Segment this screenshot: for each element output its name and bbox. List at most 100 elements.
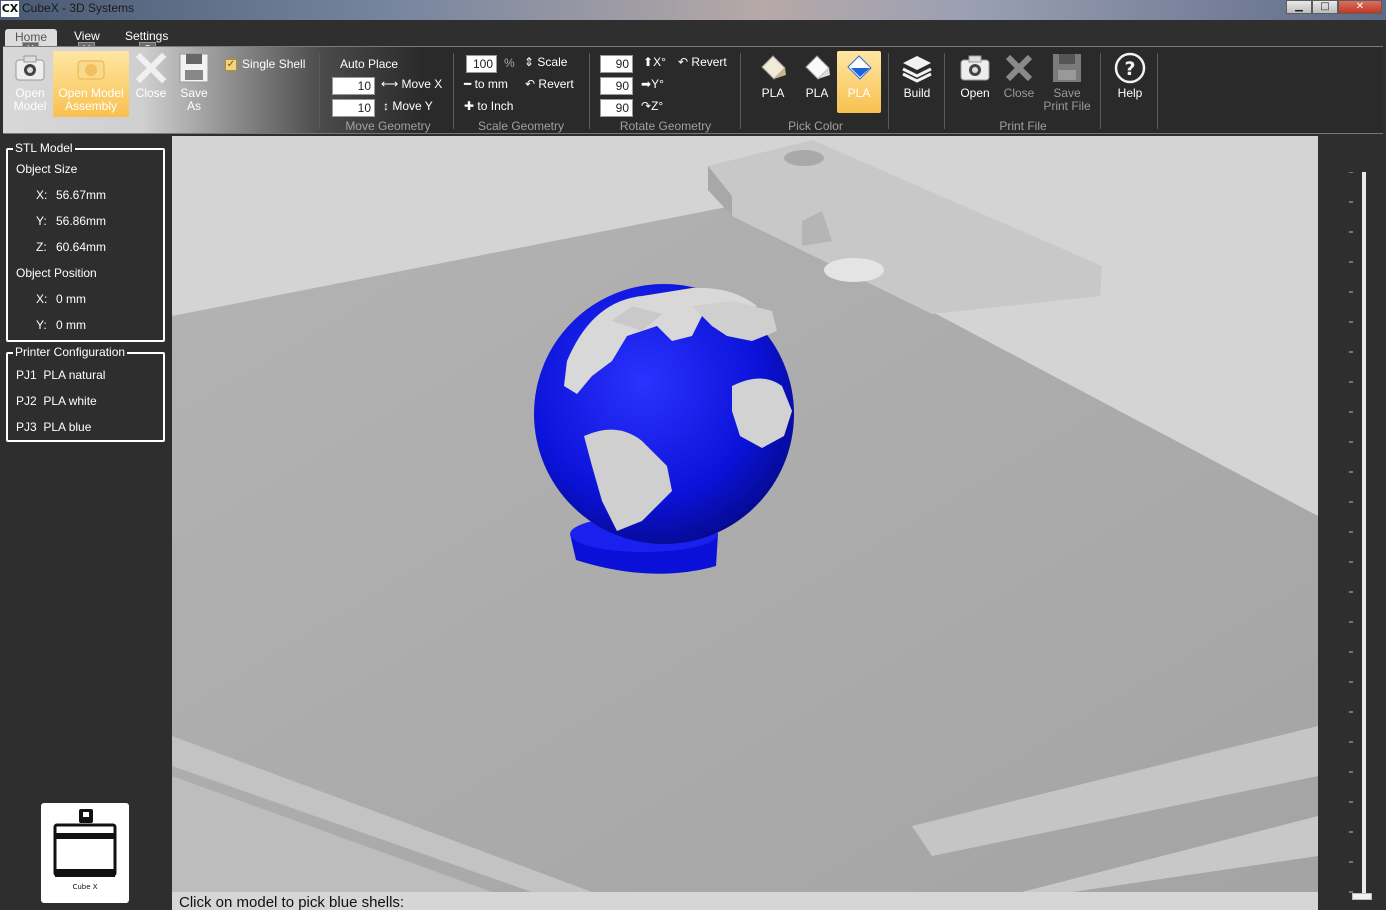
title-bar: CX CubeX - 3D Systems ▁ □ ✕ <box>0 0 1386 20</box>
scale-percent-input[interactable]: 100 <box>466 55 497 73</box>
jet-id: PJ1 <box>16 368 37 382</box>
move-x-label: Move X <box>401 77 443 91</box>
camera-open-icon <box>15 55 45 81</box>
ribbon-tabs: Home View Settings H V S <box>0 20 1386 57</box>
paint-bucket-icon <box>847 55 872 80</box>
close-window-button[interactable]: ✕ <box>1338 0 1382 14</box>
build-button[interactable]: Build <box>896 51 938 100</box>
close-label: Close <box>135 86 167 100</box>
object-position-heading: Object Position <box>16 266 97 280</box>
rotate-x-input[interactable]: 90 <box>600 55 633 73</box>
auto-place-button[interactable]: Auto Place <box>340 57 398 71</box>
status-bar: Click on model to pick blue shells: <box>172 892 1318 910</box>
floppy-save-icon <box>1053 54 1081 82</box>
to-inch-button[interactable]: ✚ to Inch <box>464 99 513 113</box>
pos-x-label: X: <box>36 292 48 306</box>
close-x-icon <box>1005 54 1033 82</box>
open-model-assembly-button[interactable]: Open Model Assembly <box>53 51 129 117</box>
status-message: Click on model to pick blue shells: <box>179 894 405 910</box>
rotate-x-label: X° <box>653 55 666 69</box>
move-x-button[interactable]: ⟷ Move X <box>381 77 442 91</box>
scale-button[interactable]: ⇕ Scale <box>524 55 567 69</box>
help-button[interactable]: ? Help <box>1110 51 1150 100</box>
save-print-file-label: Save Print File <box>1043 86 1091 113</box>
close-print-label: Close <box>1003 86 1035 100</box>
app-logo-icon: CX <box>1 1 19 17</box>
revert-rotate-label: Revert <box>691 55 727 69</box>
jet-1-row: PJ1 PLA natural <box>16 368 105 382</box>
paint-bucket-icon <box>761 55 786 80</box>
jet-2-row: PJ2 PLA white <box>16 394 97 408</box>
single-shell-label: Single Shell <box>242 57 306 71</box>
open-model-assembly-label: Open Model Assembly <box>58 86 124 113</box>
layer-slider-thumb[interactable] <box>1352 893 1372 900</box>
stl-model-legend: STL Model <box>13 141 75 155</box>
rotate-z-input[interactable]: 90 <box>600 99 633 117</box>
move-y-button[interactable]: ↕ Move Y <box>383 99 433 113</box>
to-inch-label: to Inch <box>477 99 514 113</box>
rotate-x-button[interactable]: ⬆X° <box>643 55 666 69</box>
move-geometry-label: Move Geometry <box>345 119 431 133</box>
pick-color-pla-blue-button[interactable]: PLA <box>837 51 881 113</box>
to-mm-button[interactable]: ━ to mm <box>464 77 508 91</box>
size-y-label: Y: <box>36 214 47 228</box>
ribbon-separator <box>740 53 741 129</box>
move-y-label: Move Y <box>392 99 433 113</box>
to-mm-label: to mm <box>474 77 508 91</box>
rotate-y-button[interactable]: ➡Y° <box>641 77 664 91</box>
save-as-button[interactable]: Save As <box>173 51 215 113</box>
pla2-label: PLA <box>805 86 829 100</box>
scale-arrows-icon: ⇕ <box>524 55 535 69</box>
jet-material: PLA white <box>43 394 97 408</box>
printer-icon[interactable]: Cube X <box>41 803 129 903</box>
rotate-geometry-label: Rotate Geometry <box>619 119 712 133</box>
pos-y-label: Y: <box>36 318 47 332</box>
paint-bucket-icon <box>805 55 830 80</box>
open-print-label: Open <box>960 86 990 100</box>
plus-icon: ✚ <box>464 99 475 113</box>
3d-viewport[interactable] <box>172 136 1318 892</box>
left-panel: STL Model Object Size X: 56.67mm Y: 56.8… <box>0 136 172 910</box>
jet-3-row: PJ3 PLA blue <box>16 420 91 434</box>
ribbon-separator <box>888 53 889 129</box>
print-file-label: Print File <box>999 119 1047 133</box>
jet-material: PLA natural <box>43 368 106 382</box>
open-print-file-button[interactable]: Open <box>955 51 995 100</box>
camera-open-icon <box>960 55 990 81</box>
rotate-y-label: Y° <box>651 77 664 91</box>
pla1-label: PLA <box>761 86 785 100</box>
single-shell-checkbox[interactable]: ✓ <box>225 59 237 71</box>
close-model-button[interactable]: Close <box>131 51 171 100</box>
move-y-input[interactable]: 10 <box>332 99 375 117</box>
printer-icon-label: Cube X <box>72 883 97 891</box>
window-title: CubeX - 3D Systems <box>22 1 135 15</box>
slider-ticks <box>1349 172 1353 893</box>
jet-id: PJ2 <box>16 394 37 408</box>
minus-icon: ━ <box>464 77 472 91</box>
window-controls: ▁ □ ✕ <box>1286 0 1382 14</box>
layer-slider-track[interactable] <box>1362 172 1366 896</box>
close-print-file-button[interactable]: Close <box>999 51 1039 100</box>
undo-arrow-icon: ↶ <box>525 77 536 91</box>
open-model-button[interactable]: Open Model <box>9 51 51 113</box>
rotate-z-button[interactable]: ↷Z° <box>641 99 663 113</box>
rotate-z-label: Z° <box>651 99 664 113</box>
object-size-heading: Object Size <box>16 162 78 176</box>
size-z-label: Z: <box>36 240 47 254</box>
revert-rotate-button[interactable]: ↶ Revert <box>678 55 727 69</box>
move-x-input[interactable]: 10 <box>332 77 375 95</box>
help-label: Help <box>1117 86 1143 100</box>
revert-scale-button[interactable]: ↶ Revert <box>525 77 574 91</box>
minimize-button[interactable]: ▁ <box>1286 0 1312 14</box>
save-print-file-button[interactable]: Save Print File <box>1041 51 1093 113</box>
pick-color-pla-natural-button[interactable]: PLA <box>755 51 791 100</box>
size-z-value: 60.64mm <box>56 240 107 254</box>
rotate-y-input[interactable]: 90 <box>600 77 633 95</box>
rotate-curve-icon: ↷ <box>641 99 652 113</box>
camera-assembly-icon <box>77 60 105 80</box>
size-y-value: 56.86mm <box>56 214 107 228</box>
pick-color-pla-white-button[interactable]: PLA <box>799 51 835 100</box>
ribbon-separator <box>944 53 945 129</box>
jet-id: PJ3 <box>16 420 37 434</box>
maximize-button[interactable]: □ <box>1312 0 1338 14</box>
